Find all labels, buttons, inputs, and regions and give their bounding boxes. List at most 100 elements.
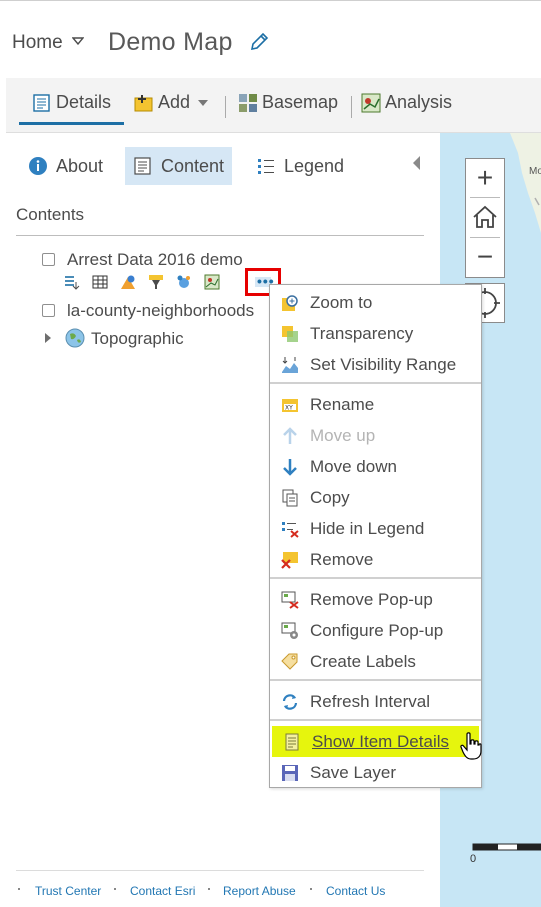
layer-name-la-county-neighborhoods[interactable]: la-county-neighborhoods [67,301,254,321]
zoom-controls: + − [465,158,505,278]
transparency-icon [282,326,298,342]
details-label: Details [56,92,112,112]
menu-item-move-up: Move up [270,420,481,451]
menu-item-label: Move up [310,426,376,445]
top-border [0,0,541,1]
home-menu[interactable]: Home [12,32,63,54]
footer-link-contact-esri[interactable]: Contact Esri [130,884,195,898]
attribute-table-icon[interactable] [92,274,108,290]
change-style-icon[interactable] [120,274,136,290]
add-button[interactable]: Add [134,92,214,113]
arrow-down-icon [283,459,297,476]
menu-item-configure-popup[interactable]: Configure Pop-up [270,615,481,646]
menu-item-label: Remove Pop-up [310,590,433,609]
toolbar-divider [225,96,226,118]
menu-item-label: Configure Pop-up [310,621,444,640]
footer-divider [16,870,424,871]
menu-item-label: Save Layer [310,763,396,782]
zoom-in-button[interactable]: + [466,159,504,197]
layer-name-arrest-data[interactable]: Arrest Data 2016 demo [67,250,243,270]
default-extent-button[interactable] [466,198,504,236]
collapse-panel-icon[interactable] [411,155,421,171]
tab-content[interactable]: Content [125,147,233,185]
zoom-to-icon [282,295,298,311]
menu-item-copy[interactable]: Copy [270,482,481,513]
layer-visibility-checkbox[interactable] [42,253,55,266]
remove-layer-icon [281,552,298,569]
expand-caret-icon[interactable] [44,332,52,344]
menu-item-remove-popup[interactable]: Remove Pop-up [270,584,481,615]
filter-icon[interactable] [148,274,164,290]
menu-item-set-visibility-range[interactable]: Set Visibility Range [270,349,481,380]
menu-item-create-labels[interactable]: Create Labels [270,646,481,677]
menu-item-hide-in-legend[interactable]: Hide in Legend [270,513,481,544]
item-details-icon [285,733,299,751]
hide-legend-icon [282,522,299,538]
menu-item-show-item-details[interactable]: Show Item Details [272,726,479,757]
remove-popup-icon [281,591,299,609]
menu-item-transparency[interactable]: Transparency [270,318,481,349]
menu-divider [270,577,481,579]
analysis-label: Analysis [385,92,453,112]
footer-link-report-abuse[interactable]: Report Abuse [223,884,296,898]
map-scale-bar [472,843,541,851]
basemap-label: Basemap [262,92,339,112]
header: Home Demo Map [0,18,541,66]
basemap-button[interactable]: Basemap [238,92,338,113]
tab-about[interactable]: About [28,147,103,185]
chevron-down-icon[interactable] [72,37,84,45]
svg-text:XY: XY [285,405,293,412]
menu-item-refresh-interval[interactable]: Refresh Interval [270,686,481,717]
perform-analysis-icon[interactable] [176,274,192,290]
basemap-grid-icon [239,93,257,112]
map-place-label: Mo [529,166,541,177]
copy-icon [282,489,298,507]
chevron-down-icon [198,99,209,106]
layer-tools [64,274,232,290]
footer-separator-dot [310,888,312,890]
analysis-map-icon[interactable] [204,274,220,290]
add-label: Add [158,92,191,112]
toolbar-divider [351,96,352,118]
configure-popup-icon [281,622,298,639]
details-button[interactable]: Details [32,92,111,113]
layer-context-menu: Zoom to Transparency Set Visibility Rang… [269,284,482,788]
menu-item-rename[interactable]: XY Rename [270,389,481,420]
show-legend-icon[interactable] [64,274,80,290]
menu-item-label: Move down [310,457,397,476]
home-icon [473,205,497,228]
tab-content-label: Content [161,155,225,176]
tab-about-label: About [56,155,104,176]
arrow-up-icon [283,427,297,444]
info-icon [29,157,47,175]
menu-item-label: Create Labels [310,652,416,671]
menu-item-move-down[interactable]: Move down [270,451,481,482]
layer-visibility-checkbox[interactable] [42,304,55,317]
menu-item-label: Rename [310,395,375,414]
edit-pencil-icon[interactable] [248,31,270,53]
toolbar: Details Add Basemap Analysis [6,78,541,133]
menu-item-label: Set Visibility Range [310,355,457,374]
analysis-button[interactable]: Analysis [361,92,452,113]
menu-item-label: Show Item Details [312,732,449,751]
menu-item-label: Zoom to [310,293,373,312]
active-tab-indicator [19,122,124,125]
menu-item-save-layer[interactable]: Save Layer [270,757,481,788]
footer-link-contact-us[interactable]: Contact Us [326,884,385,898]
menu-item-label: Remove [310,550,374,569]
hand-pointer-cursor-icon [460,732,482,760]
contents-divider [16,235,424,236]
tab-legend[interactable]: Legend [256,147,344,185]
menu-divider [270,679,481,681]
refresh-icon [282,694,298,710]
layer-name-topographic[interactable]: Topographic [91,329,184,349]
analysis-icon [361,93,381,112]
menu-item-zoom-to[interactable]: Zoom to [270,287,481,318]
menu-item-label: Refresh Interval [310,692,430,711]
zoom-out-button[interactable]: − [466,238,504,276]
save-icon [282,765,298,781]
menu-item-remove[interactable]: Remove [270,544,481,575]
footer-link-trust-center[interactable]: Trust Center [35,884,101,898]
footer-separator-dot [18,888,20,890]
visibility-range-icon [282,357,298,373]
